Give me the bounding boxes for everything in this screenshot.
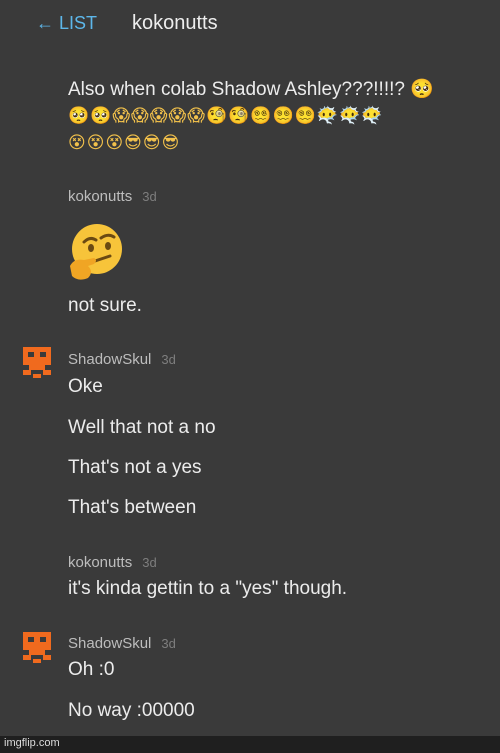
message-text: Oh :0: [68, 659, 115, 680]
thinking-face-icon: [70, 224, 122, 280]
conversation-title: kokonutts: [132, 12, 218, 34]
message-timestamp: 3d: [142, 189, 157, 204]
conversation-header: ← LIST kokonutts: [0, 0, 500, 48]
author-name[interactable]: kokonutts: [68, 554, 132, 571]
emoji-row: 😵😵😵😎😎😎: [68, 133, 181, 153]
emoji-row: 🥺🥺😱😱😱😱😱🧐🧐😵‍💫😵‍💫😵‍💫😶‍🌫️😶‍🌫️😶‍🌫️: [68, 106, 384, 126]
watermark-text: imgflip.com: [4, 737, 60, 749]
watermark-bar: imgflip.com: [0, 736, 500, 753]
message-author: kokonutts 3d: [68, 188, 157, 205]
message-text: Well that not a no: [68, 417, 216, 438]
message-text: That's between: [68, 497, 197, 518]
message-text: it's kinda gettin to a "yes" though.: [68, 578, 348, 599]
message-timestamp: 3d: [161, 636, 176, 651]
message-text: Oke: [68, 376, 103, 397]
message-text: No way :00000: [68, 700, 195, 721]
message-text: Also when colab Shadow Ashley???!!!!? 🥺: [68, 79, 434, 100]
author-name[interactable]: kokonutts: [68, 188, 132, 205]
message-timestamp: 3d: [161, 352, 176, 367]
author-name[interactable]: ShadowSkul: [68, 351, 151, 368]
message-timestamp: 3d: [142, 555, 157, 570]
shadowskul-avatar[interactable]: [20, 345, 54, 379]
message-author: kokonutts 3d: [68, 554, 157, 571]
message-author: ShadowSkul 3d: [68, 351, 176, 368]
author-name[interactable]: ShadowSkul: [68, 635, 151, 652]
shadowskul-avatar[interactable]: [20, 630, 54, 664]
message-author: ShadowSkul 3d: [68, 635, 176, 652]
message-text: That's not a yes: [68, 457, 202, 478]
back-to-list-link[interactable]: ← LIST: [36, 13, 97, 34]
message-text: not sure.: [68, 295, 142, 316]
